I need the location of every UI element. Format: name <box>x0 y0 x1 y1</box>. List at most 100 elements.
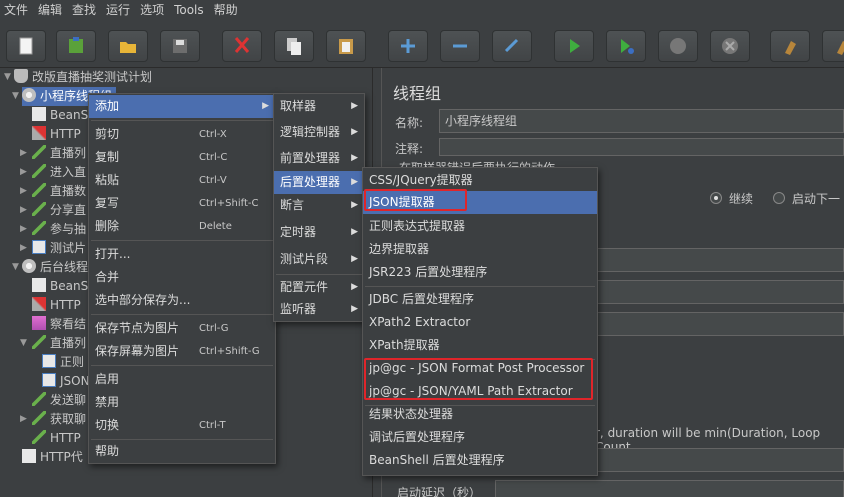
startup-delay-field[interactable] <box>495 480 844 497</box>
menu-item-save-node-image[interactable]: 保存节点为图片 Ctrl-G <box>89 317 275 340</box>
collapse-arrow-icon[interactable]: ▼ <box>12 263 20 272</box>
tree-node-item[interactable]: 测试片 <box>32 239 86 258</box>
menu-item-timer[interactable]: 定时器 ▶ <box>274 221 364 244</box>
tree-node-item[interactable]: HTTP <box>32 429 81 448</box>
menu-item-delete[interactable]: 删除 Delete <box>89 215 275 238</box>
comment-field[interactable] <box>439 138 844 156</box>
menu-search[interactable]: 查找 <box>70 0 104 21</box>
new-button[interactable] <box>6 30 46 62</box>
continue-radio[interactable] <box>710 192 722 204</box>
menu-item-enable[interactable]: 启用 <box>89 368 275 391</box>
duration-field[interactable] <box>595 448 844 472</box>
menu-item-listener[interactable]: 监听器 ▶ <box>274 298 364 321</box>
menu-item-sampler[interactable]: 取样器 ▶ <box>274 95 364 118</box>
menu-item-debug-post-processor[interactable]: 调试后置处理程序 <box>363 426 597 449</box>
menu-separator <box>276 274 362 275</box>
tree-node-item[interactable]: HTTP <box>32 125 81 144</box>
expand-arrow-icon[interactable]: ▶ <box>20 149 28 158</box>
tree-node-item[interactable]: 参与抽 <box>32 220 86 239</box>
menu-item-toggle[interactable]: 切换 Ctrl-T <box>89 414 275 437</box>
cut-button[interactable] <box>222 30 262 62</box>
start-no-pause-button[interactable] <box>606 30 646 62</box>
tree-node-item[interactable]: BeanS <box>32 106 88 125</box>
menu-item-pre-processor[interactable]: 前置处理器 ▶ <box>274 147 364 170</box>
menu-item-copy[interactable]: 复制 Ctrl-C <box>89 146 275 169</box>
open-button[interactable] <box>108 30 148 62</box>
menu-item-jdbc-post-processor[interactable]: JDBC 后置处理程序 <box>363 288 597 311</box>
save-button[interactable] <box>160 30 200 62</box>
menu-item-help[interactable]: 帮助 <box>89 440 275 463</box>
menu-item-xpath-extractor[interactable]: XPath提取器 <box>363 334 597 357</box>
menu-item-assertion[interactable]: 断言 ▶ <box>274 194 364 217</box>
tree-node-item[interactable]: BeanS <box>32 277 88 296</box>
menu-help[interactable]: 帮助 <box>212 0 246 21</box>
menu-separator <box>91 365 273 366</box>
tree-node-item[interactable]: 发送聊 <box>32 391 86 410</box>
clear-button[interactable] <box>770 30 810 62</box>
submenu-arrow-icon: ▶ <box>351 177 358 187</box>
thread-count-field[interactable] <box>595 248 844 272</box>
expand-button[interactable] <box>388 30 428 62</box>
menu-item-save-screen-image[interactable]: 保存屏幕为图片 Ctrl+Shift-G <box>89 340 275 363</box>
tree-node-item[interactable]: JSON <box>42 372 90 391</box>
menu-item-save-selection[interactable]: 选中部分保存为... <box>89 289 275 312</box>
menu-item-test-fragment[interactable]: 测试片段 ▶ <box>274 248 364 271</box>
menu-item-disable[interactable]: 禁用 <box>89 391 275 414</box>
ramp-up-field[interactable] <box>595 280 844 304</box>
menu-item-add[interactable]: 添加 ▶ <box>89 95 275 118</box>
menu-file[interactable]: 文件 <box>2 0 36 21</box>
tree-node-item[interactable]: 直播列 <box>32 334 86 353</box>
menu-item-merge[interactable]: 合并 <box>89 266 275 289</box>
tree-node-item[interactable]: HTTP <box>32 296 81 315</box>
start-next-radio[interactable] <box>773 192 785 204</box>
tree-node-item[interactable]: 察看结 <box>32 315 86 334</box>
collapse-arrow-icon[interactable]: ▼ <box>20 339 28 348</box>
menu-item-paste[interactable]: 粘贴 Ctrl-V <box>89 169 275 192</box>
menu-item-jsr223-post-processor[interactable]: JSR223 后置处理程序 <box>363 261 597 284</box>
tree-node-item[interactable]: 正则 <box>42 353 84 372</box>
menu-item-regex-extractor[interactable]: 正则表达式提取器 <box>363 215 597 238</box>
pipette-icon <box>32 430 46 444</box>
expand-arrow-icon[interactable]: ▶ <box>20 415 28 424</box>
tree-node-thread-group[interactable]: 后台线程 <box>22 258 88 277</box>
menu-edit[interactable]: 编辑 <box>36 0 70 21</box>
toggle-button[interactable] <box>492 30 532 62</box>
menu-run[interactable]: 运行 <box>104 0 138 21</box>
tree-node-root[interactable]: 改版直播抽奖测试计划 <box>14 68 152 87</box>
collapse-button[interactable] <box>440 30 480 62</box>
templates-button[interactable] <box>56 30 96 62</box>
tree-node-item[interactable]: 直播列 <box>32 144 86 163</box>
menu-item-duplicate[interactable]: 复写 Ctrl+Shift-C <box>89 192 275 215</box>
start-button[interactable] <box>554 30 594 62</box>
tree-node-item[interactable]: 直播数 <box>32 182 86 201</box>
menu-item-beanshell-post-processor[interactable]: BeanShell 后置处理程序 <box>363 449 597 472</box>
menu-item-post-processor[interactable]: 后置处理器 ▶ <box>274 171 364 194</box>
expand-arrow-icon[interactable]: ▶ <box>20 168 28 177</box>
menu-item-result-status-handler[interactable]: 结果状态处理器 <box>363 403 597 426</box>
tree-node-item[interactable]: 进入直 <box>32 163 86 182</box>
name-field[interactable]: 小程序线程组 <box>439 109 844 133</box>
paste-button[interactable] <box>326 30 366 62</box>
menu-item-config-element[interactable]: 配置元件 ▶ <box>274 276 364 299</box>
menu-tools[interactable]: Tools <box>172 0 212 21</box>
collapse-arrow-icon[interactable]: ▼ <box>12 92 20 101</box>
expand-arrow-icon[interactable]: ▶ <box>20 244 28 253</box>
loop-count-field[interactable] <box>595 312 844 336</box>
stop-button[interactable] <box>658 30 698 62</box>
tree-node-item[interactable]: HTTP代 <box>22 448 83 467</box>
menu-item-boundary-extractor[interactable]: 边界提取器 <box>363 238 597 261</box>
expand-arrow-icon[interactable]: ▶ <box>20 206 28 215</box>
expand-arrow-icon[interactable]: ▶ <box>20 225 28 234</box>
menu-item-cut[interactable]: 剪切 Ctrl-X <box>89 123 275 146</box>
tree-node-item[interactable]: 分享直 <box>32 201 86 220</box>
copy-button[interactable] <box>274 30 314 62</box>
clear-all-button[interactable] <box>822 30 844 62</box>
menu-item-logic-controller[interactable]: 逻辑控制器 ▶ <box>274 121 364 144</box>
expand-arrow-icon[interactable]: ▶ <box>20 187 28 196</box>
tree-node-item[interactable]: 获取聊 <box>32 410 86 429</box>
menu-item-open[interactable]: 打开... <box>89 243 275 266</box>
menu-item-xpath2-extractor[interactable]: XPath2 Extractor <box>363 311 597 334</box>
collapse-arrow-icon[interactable]: ▼ <box>4 73 12 82</box>
menu-options[interactable]: 选项 <box>138 0 172 21</box>
shutdown-button[interactable] <box>710 30 750 62</box>
